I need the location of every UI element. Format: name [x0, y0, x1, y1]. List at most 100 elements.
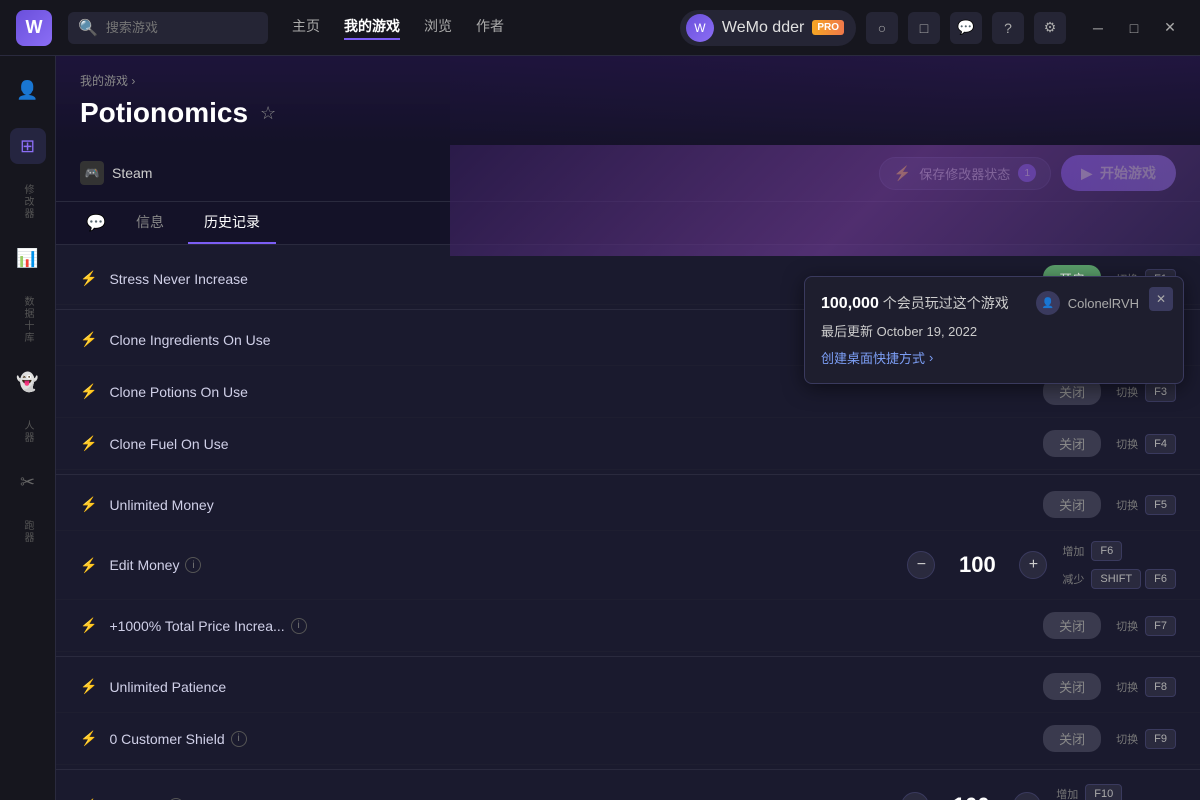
- money-value: 100: [947, 552, 1007, 578]
- key-shortcuts-edit-day: 增加 F10 减少 SHIFT F10: [1053, 784, 1176, 800]
- key-shortcuts-clone-fuel: 切换 F4: [1113, 434, 1176, 454]
- key-group-decrease: 减少 SHIFT F6: [1059, 569, 1176, 589]
- breadcrumb-parent[interactable]: 我的游戏: [80, 74, 128, 88]
- item-name-clone-potions: Clone Potions On Use: [109, 384, 1031, 400]
- trainer-item-unlimited-money: ⚡ Unlimited Money 关闭 切换 F5: [56, 479, 1200, 531]
- key-shortcuts-edit-money: 增加 F6 减少 SHIFT F6: [1059, 541, 1176, 589]
- info-panel-close-button[interactable]: ✕: [1149, 287, 1173, 311]
- trainer-item-customer-shield: ⚡ 0 Customer Shield i 关闭 切换 F9: [56, 713, 1200, 765]
- info-icon-shield[interactable]: i: [231, 731, 247, 747]
- tab-info[interactable]: 信息: [120, 202, 180, 244]
- toggle-unlimited-patience[interactable]: 关闭: [1043, 673, 1101, 700]
- bolt-icon: ⚡: [80, 730, 97, 747]
- close-button[interactable]: ✕: [1156, 14, 1184, 42]
- chat-icon-btn[interactable]: 💬: [80, 207, 112, 239]
- day-decrease-btn[interactable]: −: [901, 792, 929, 800]
- page-header: 我的游戏 › Potionomics ☆: [56, 56, 1200, 145]
- sidebar-icon-scissors[interactable]: ✂: [10, 464, 46, 500]
- search-icon: 🔍: [78, 18, 98, 38]
- toggle-clone-fuel[interactable]: 关闭: [1043, 430, 1101, 457]
- top-nav: W 🔍 主页 我的游戏 浏览 作者 W WeMo dder PRO ○ □ 💬 …: [0, 0, 1200, 56]
- sidebar-icon-ghost-gear[interactable]: 人器: [10, 420, 46, 444]
- avatar: W: [686, 14, 714, 42]
- page-title: Potionomics: [80, 97, 248, 129]
- day-value: 100: [941, 793, 1001, 800]
- key-shortcuts-clone-potions: 切换 F3: [1113, 382, 1176, 402]
- user-badge[interactable]: W WeMo dder PRO: [680, 10, 856, 46]
- key-group: 切换 F5: [1113, 495, 1176, 515]
- sidebar-icon-database[interactable]: 数据十库: [10, 296, 46, 344]
- sidebar-icon-grid[interactable]: ⊞: [10, 128, 46, 164]
- nav-browse[interactable]: 浏览: [424, 16, 452, 40]
- bolt-icon: ⚡: [80, 678, 97, 695]
- toggle-customer-shield[interactable]: 关闭: [1043, 725, 1101, 752]
- info-user-avatar: 👤: [1036, 291, 1060, 315]
- number-editor-money: − 100 +: [907, 551, 1047, 579]
- sidebar-icon-scissors-gear[interactable]: 跑器: [10, 520, 46, 544]
- profile-icon-btn[interactable]: ○: [866, 12, 898, 44]
- item-name-clone-fuel: Clone Fuel On Use: [109, 436, 1031, 452]
- pro-badge: PRO: [812, 20, 844, 35]
- info-icon-edit-money[interactable]: i: [185, 557, 201, 573]
- number-editor-day: − 100 +: [901, 792, 1041, 800]
- divider-4: [56, 769, 1200, 770]
- page-title-row: Potionomics ☆: [80, 97, 1176, 129]
- window-controls: ─ □ ✕: [1084, 14, 1184, 42]
- discord-icon-btn[interactable]: 💬: [950, 12, 982, 44]
- username-label: WeMo dder: [722, 19, 804, 37]
- main-layout: 👤 ⊞ 修改器 📊 数据十库 👻 人器 ✂ 跑器 我的游戏 › Potiono: [0, 56, 1200, 800]
- breadcrumb-separator: ›: [131, 74, 135, 88]
- key-shortcuts-shield: 切换 F9: [1113, 729, 1176, 749]
- item-name-edit-money: Edit Money i: [109, 557, 895, 573]
- item-name-unlimited-patience: Unlimited Patience: [109, 679, 1031, 695]
- bolt-icon: ⚡: [80, 496, 97, 513]
- money-increase-btn[interactable]: +: [1019, 551, 1047, 579]
- divider-3: [56, 656, 1200, 657]
- key-shortcuts-unlimited-money: 切换 F5: [1113, 495, 1176, 515]
- nav-right: W WeMo dder PRO ○ □ 💬 ? ⚙ ─ □ ✕: [680, 10, 1184, 46]
- info-date: 最后更新 October 19, 2022: [821, 321, 1167, 340]
- help-icon-btn[interactable]: ?: [992, 12, 1024, 44]
- toggle-unlimited-money[interactable]: 关闭: [1043, 491, 1101, 518]
- money-decrease-btn[interactable]: −: [907, 551, 935, 579]
- content-area: 我的游戏 › Potionomics ☆ 🎮 Steam ⚡ 保存修改器状态 1: [56, 56, 1200, 800]
- info-username: ColonelRVH: [1068, 296, 1139, 311]
- divider-2: [56, 474, 1200, 475]
- left-sidebar: 👤 ⊞ 修改器 📊 数据十库 👻 人器 ✂ 跑器: [0, 56, 56, 800]
- item-name-customer-shield: 0 Customer Shield i: [109, 731, 1031, 747]
- minimize-button[interactable]: ─: [1084, 14, 1112, 42]
- search-input[interactable]: [106, 20, 266, 35]
- app-logo[interactable]: W: [16, 10, 52, 46]
- day-increase-btn[interactable]: +: [1013, 792, 1041, 800]
- sidebar-icon-modifier[interactable]: 修改器: [10, 184, 46, 220]
- bolt-icon: ⚡: [80, 557, 97, 574]
- nav-my-games[interactable]: 我的游戏: [344, 16, 400, 40]
- search-box[interactable]: 🔍: [68, 12, 268, 44]
- key-group-increase-day: 增加 F10: [1053, 784, 1176, 800]
- key-group: 切换 F4: [1113, 434, 1176, 454]
- toggle-price-increase[interactable]: 关闭: [1043, 612, 1101, 639]
- trainer-item-clone-fuel: ⚡ Clone Fuel On Use 关闭 切换 F4: [56, 418, 1200, 470]
- tab-history[interactable]: 历史记录: [188, 202, 276, 244]
- create-shortcut-link[interactable]: 创建桌面快捷方式 ›: [821, 348, 1167, 367]
- nav-author[interactable]: 作者: [476, 16, 504, 40]
- sidebar-icon-user[interactable]: 👤: [10, 72, 46, 108]
- key-group: 切换 F7: [1113, 616, 1176, 636]
- settings-icon-btn[interactable]: ⚙: [1034, 12, 1066, 44]
- bolt-icon: ⚡: [80, 331, 97, 348]
- maximize-button[interactable]: □: [1120, 14, 1148, 42]
- nav-home[interactable]: 主页: [292, 16, 320, 40]
- key-shortcuts-price: 切换 F7: [1113, 616, 1176, 636]
- breadcrumb: 我的游戏 ›: [80, 72, 1176, 89]
- bolt-icon: ⚡: [80, 617, 97, 634]
- window-icon-btn[interactable]: □: [908, 12, 940, 44]
- item-name-price-increase: +1000% Total Price Increa... i: [109, 618, 1031, 634]
- sidebar-icon-ghost[interactable]: 👻: [10, 364, 46, 400]
- platform-name: Steam: [112, 165, 152, 181]
- info-user: 👤 ColonelRVH: [1036, 291, 1139, 315]
- info-icon-price[interactable]: i: [291, 618, 307, 634]
- trainer-item-edit-money: ⚡ Edit Money i − 100 + 增加 F6 减少: [56, 531, 1200, 600]
- sidebar-icon-chart[interactable]: 📊: [10, 240, 46, 276]
- key-group-increase: 增加 F6: [1059, 541, 1122, 561]
- favorite-icon[interactable]: ☆: [260, 103, 276, 124]
